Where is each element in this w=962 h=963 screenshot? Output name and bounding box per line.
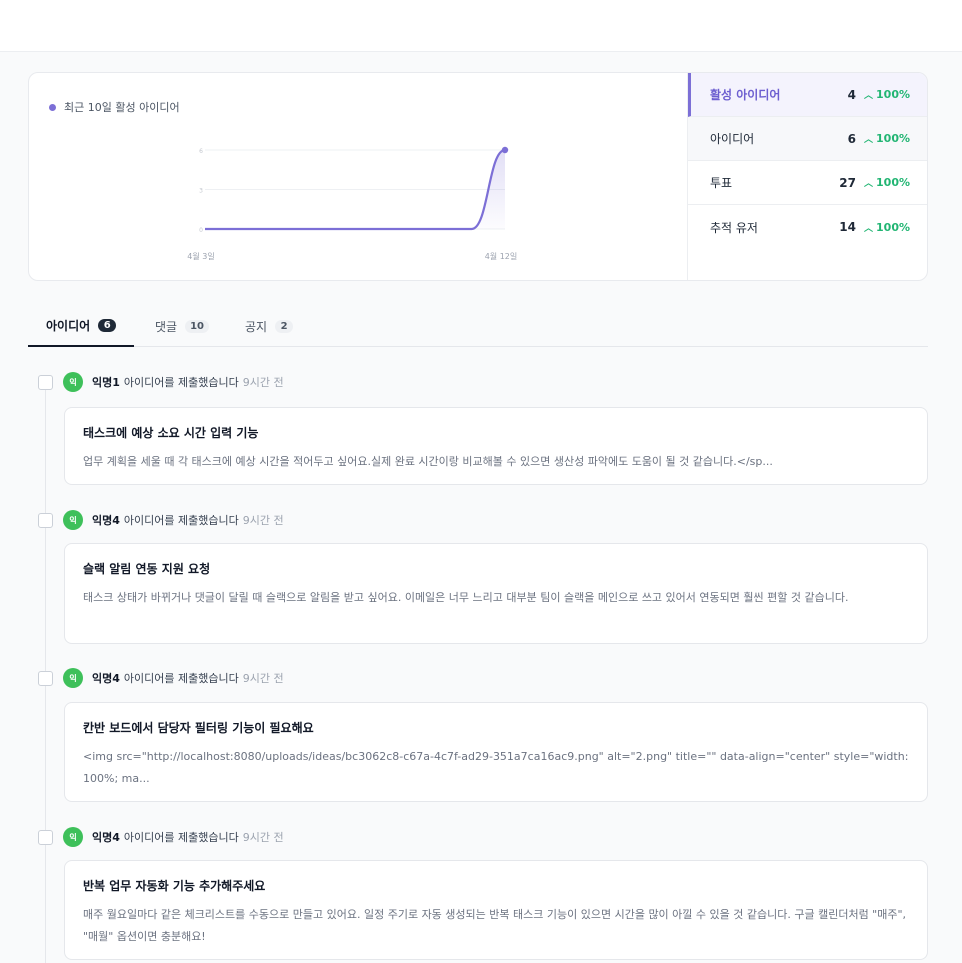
stats-card: 최근 10일 활성 아이디어 0 3 6 4월 3일 4월 12일 활성 아이디어 4 … xyxy=(28,72,928,281)
tab-label: 공지 xyxy=(245,320,268,334)
feed-entry-header: 익 익명4 아이디어를 제출했습니다 9시간 전 xyxy=(38,667,284,689)
metric-change: ︿ 100% xyxy=(864,88,910,101)
feed-tabs: 아이디어 6 댓글 10 공지 2 xyxy=(28,306,928,347)
metric-value: 14 xyxy=(839,220,856,234)
author-name[interactable]: 익명4 xyxy=(92,670,120,686)
tab-count-badge: 10 xyxy=(185,320,210,333)
x-tick-label: 4월 3일 xyxy=(187,251,214,261)
tab-count-badge: 6 xyxy=(98,319,117,332)
avatar: 익 xyxy=(63,668,83,688)
avatar: 익 xyxy=(63,372,83,392)
metric-active-ideas[interactable]: 활성 아이디어 4 ︿ 100% xyxy=(688,73,927,117)
metric-change-value: 100% xyxy=(876,220,910,234)
select-checkbox[interactable] xyxy=(38,512,53,528)
idea-card[interactable]: 슬랙 알림 연동 지원 요청 태스크 상태가 바뀌거나 댓글이 달릴 때 슬랙으… xyxy=(64,543,928,644)
metric-tracked-users[interactable]: 추적 유저 14 ︿ 100% xyxy=(688,205,927,249)
metric-ideas[interactable]: 아이디어 6 ︿ 100% xyxy=(688,117,927,161)
metric-change: ︿ 100% xyxy=(864,221,910,234)
metrics-panel: 활성 아이디어 4 ︿ 100% 아이디어 6 ︿ 100% 투표 27 ︿ 100%… xyxy=(687,73,927,280)
idea-card[interactable]: 태스크에 예상 소요 시간 입력 기능 업무 계획을 세울 때 각 태스크에 예… xyxy=(64,407,928,485)
tab-label: 댓글 xyxy=(155,320,178,334)
chevron-up-icon: ︿ xyxy=(864,135,874,145)
timestamp: 9시간 전 xyxy=(242,376,284,389)
select-checkbox[interactable] xyxy=(38,374,53,390)
tab-count-badge: 2 xyxy=(275,320,294,333)
author-name[interactable]: 익명4 xyxy=(92,829,120,845)
metric-value: 4 xyxy=(847,87,856,102)
avatar: 익 xyxy=(63,827,83,847)
timestamp: 9시간 전 xyxy=(242,672,284,685)
action-text: 아이디어를 제출했습니다 xyxy=(123,376,239,389)
metric-label: 활성 아이디어 xyxy=(710,88,781,102)
metric-value: 27 xyxy=(839,175,856,190)
action-text: 아이디어를 제출했습니다 xyxy=(123,514,239,527)
idea-card[interactable]: 칸반 보드에서 담당자 필터링 기능이 필요해요 <img src="http:… xyxy=(64,702,928,802)
author-name[interactable]: 익명1 xyxy=(92,374,120,390)
timestamp: 9시간 전 xyxy=(242,514,284,527)
idea-title: 슬랙 알림 연동 지원 요청 xyxy=(83,562,211,576)
feed-entry-header: 익 익명4 아이디어를 제출했습니다 9시간 전 xyxy=(38,509,284,531)
idea-body: 태스크 상태가 바뀌거나 댓글이 달릴 때 슬랙으로 알림을 받고 싶어요. 이… xyxy=(83,591,849,604)
metric-change-value: 100% xyxy=(876,176,910,189)
idea-body: 매주 월요일마다 같은 체크리스트를 수동으로 만들고 있어요. 일정 주기로 … xyxy=(83,908,907,943)
idea-title: 칸반 보드에서 담당자 필터링 기능이 필요해요 xyxy=(83,721,314,735)
y-tick-label: 0 xyxy=(199,227,203,234)
metric-label: 추적 유저 xyxy=(710,220,758,235)
idea-body: <img src="http://localhost:8080/uploads/… xyxy=(83,750,909,785)
feed-entry-header: 익 익명1 아이디어를 제출했습니다 9시간 전 xyxy=(38,371,284,393)
data-point xyxy=(501,146,509,154)
tab-label: 아이디어 xyxy=(46,319,91,333)
timestamp: 9시간 전 xyxy=(242,831,284,844)
metric-change: ︿ 100% xyxy=(864,132,910,145)
avatar: 익 xyxy=(63,510,83,530)
chevron-up-icon: ︿ xyxy=(864,91,874,101)
chevron-up-icon: ︿ xyxy=(864,223,874,234)
action-text: 아이디어를 제출했습니다 xyxy=(123,831,239,844)
author-name[interactable]: 익명4 xyxy=(92,512,120,528)
metric-change-value: 100% xyxy=(876,132,910,145)
metric-votes[interactable]: 투표 27 ︿ 100% xyxy=(688,161,927,205)
action-text: 아이디어를 제출했습니다 xyxy=(123,672,239,685)
metric-change-value: 100% xyxy=(876,88,910,101)
y-tick-label: 6 xyxy=(199,148,203,155)
select-checkbox[interactable] xyxy=(38,670,53,686)
x-tick-label: 4월 12일 xyxy=(485,251,518,261)
tab-comments[interactable]: 댓글 10 xyxy=(155,306,210,347)
y-tick-label: 3 xyxy=(199,188,203,195)
chevron-up-icon: ︿ xyxy=(864,179,874,189)
top-bar xyxy=(0,0,962,52)
tab-ideas[interactable]: 아이디어 6 xyxy=(28,306,135,347)
idea-card[interactable]: 반복 업무 자동화 기능 추가해주세요 매주 월요일마다 같은 체크리스트를 수… xyxy=(64,860,928,960)
metric-label: 투표 xyxy=(710,176,733,190)
metric-value: 6 xyxy=(847,131,856,146)
idea-title: 반복 업무 자동화 기능 추가해주세요 xyxy=(83,879,266,893)
chart-svg: 0 3 6 4월 3일 4월 12일 xyxy=(187,146,518,261)
activity-chart: 최근 10일 활성 아이디어 0 3 6 4월 3일 4월 12일 xyxy=(29,73,687,280)
feed-entry-header: 익 익명4 아이디어를 제출했습니다 9시간 전 xyxy=(38,826,284,848)
idea-title: 태스크에 예상 소요 시간 입력 기능 xyxy=(83,426,259,440)
tab-notices[interactable]: 공지 2 xyxy=(245,306,294,347)
select-checkbox[interactable] xyxy=(38,829,53,845)
metric-label: 아이디어 xyxy=(710,132,755,146)
metric-change: ︿ 100% xyxy=(864,176,910,189)
idea-body: 업무 계획을 세울 때 각 태스크에 예상 시간을 적어두고 싶어요.실제 완료… xyxy=(83,455,773,468)
